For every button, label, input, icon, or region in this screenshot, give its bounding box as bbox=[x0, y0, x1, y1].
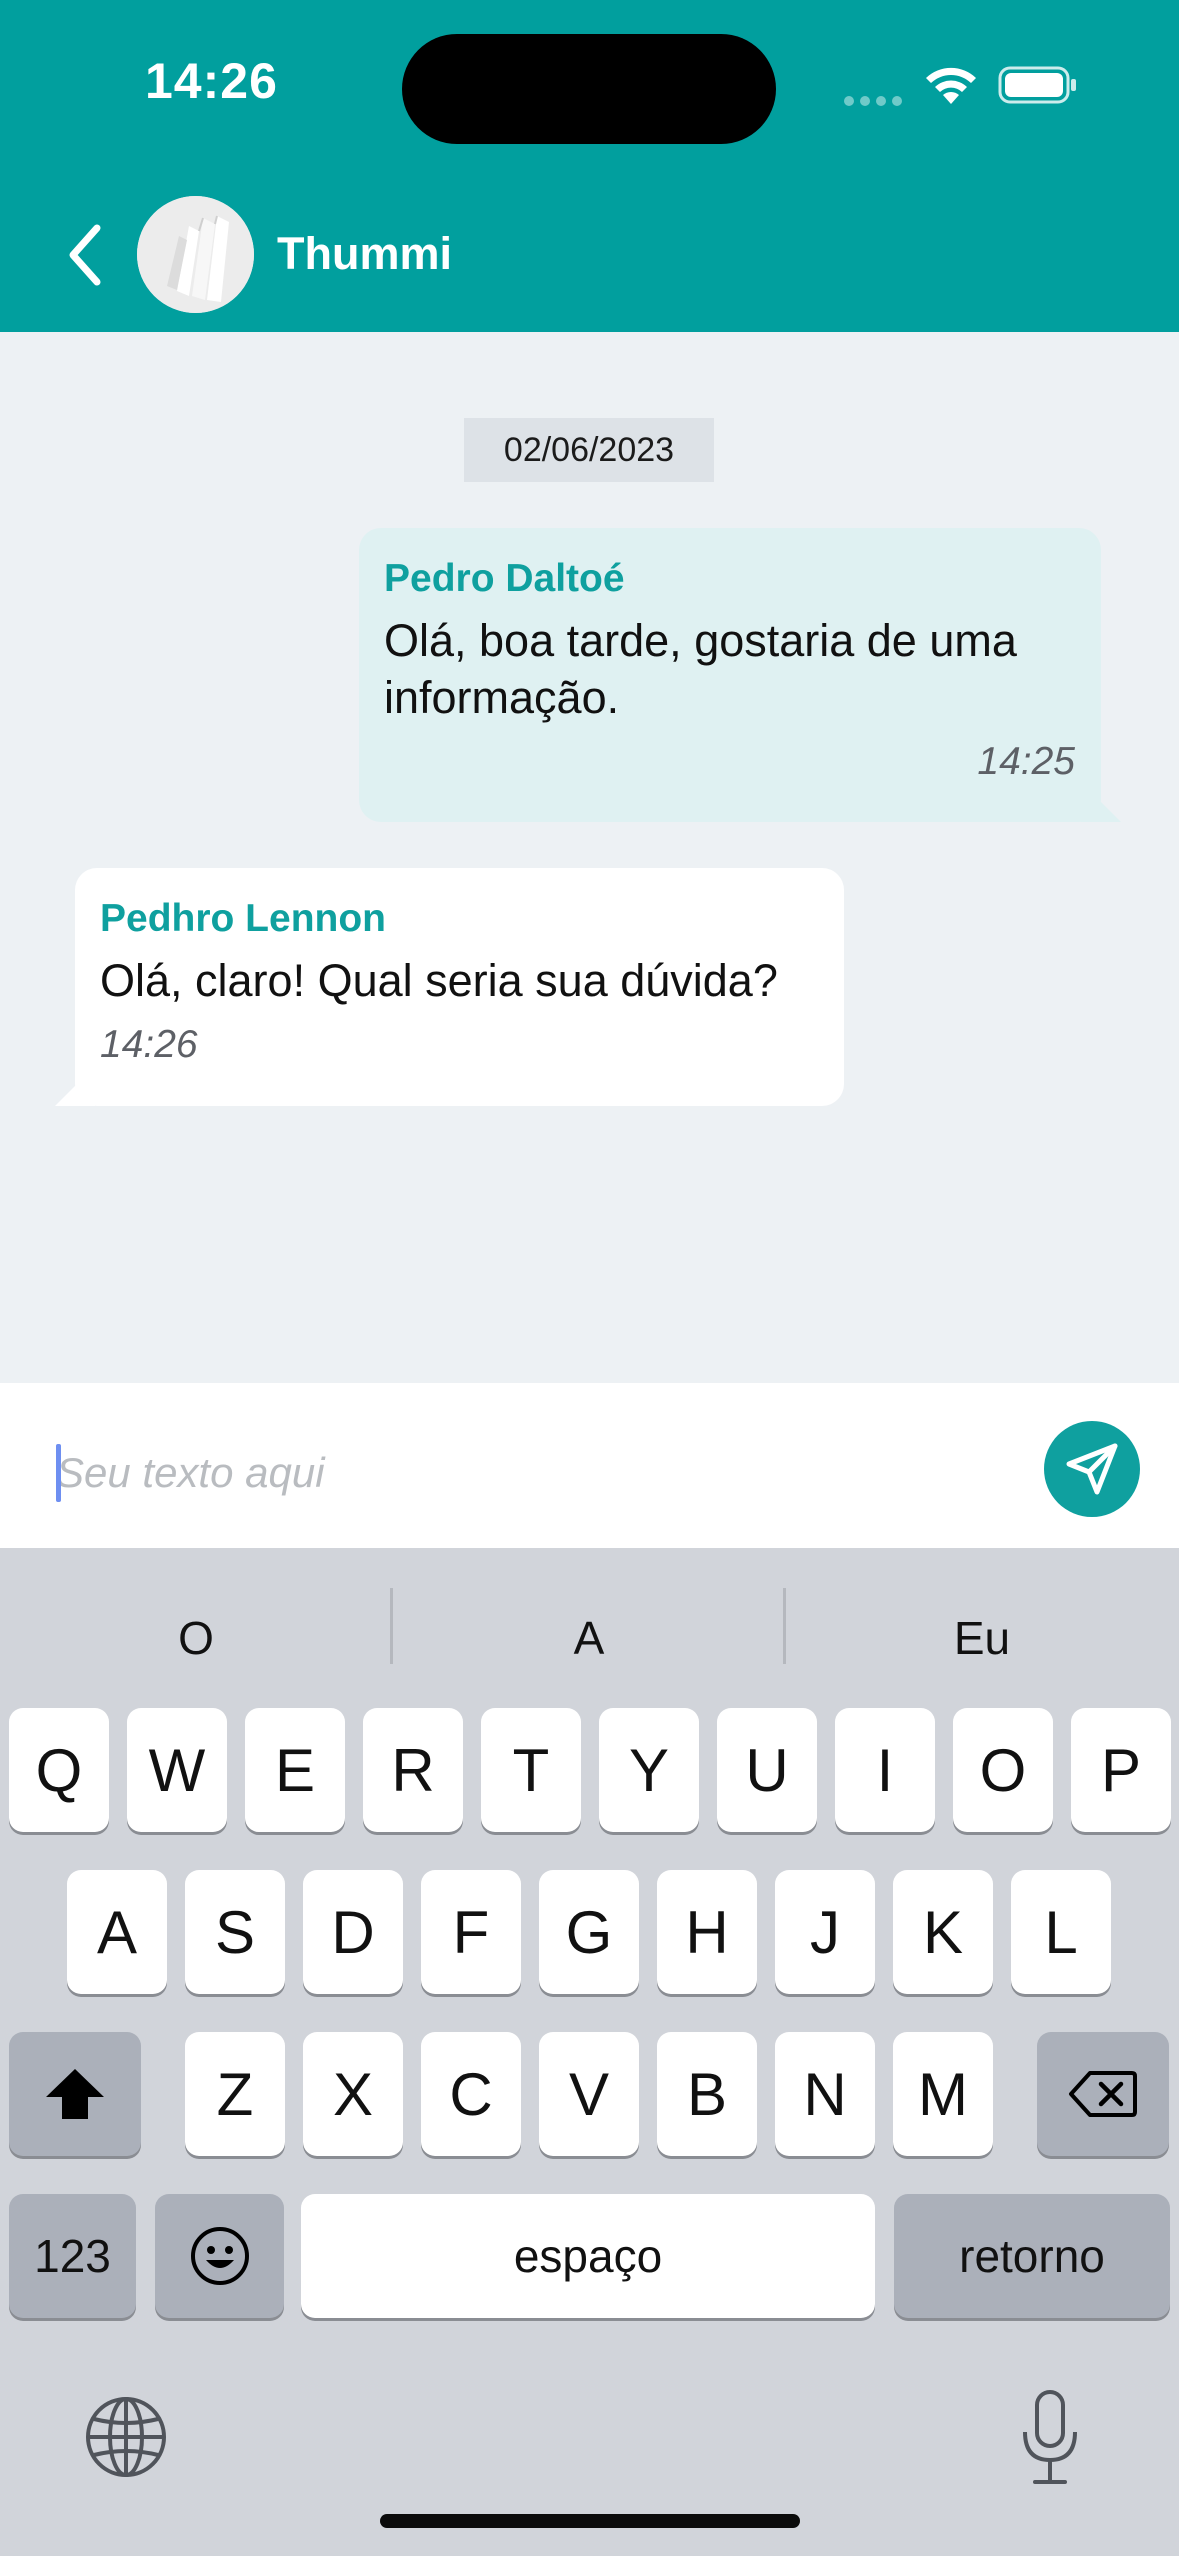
backspace-icon bbox=[1069, 2071, 1137, 2117]
bubble-tail bbox=[1081, 782, 1121, 822]
key-u[interactable]: U bbox=[717, 1708, 817, 1832]
numbers-key[interactable]: 123 bbox=[9, 2194, 136, 2318]
key-r[interactable]: R bbox=[363, 1708, 463, 1832]
key-e[interactable]: E bbox=[245, 1708, 345, 1832]
status-time: 14:26 bbox=[145, 53, 278, 109]
suggestion-3[interactable]: Eu bbox=[786, 1598, 1178, 1678]
key-d[interactable]: D bbox=[303, 1870, 403, 1994]
key-g[interactable]: G bbox=[539, 1870, 639, 1994]
message-bubble-received[interactable]: Pedhro Lennon Olá, claro! Qual seria sua… bbox=[55, 868, 844, 1106]
key-l[interactable]: L bbox=[1011, 1870, 1111, 1994]
keyboard: O A Eu Q W E R T Y U I O P A S D F G H J… bbox=[0, 1548, 1179, 2556]
message-composer bbox=[0, 1383, 1179, 1548]
key-k[interactable]: K bbox=[893, 1870, 993, 1994]
wifi-icon bbox=[926, 67, 976, 104]
key-w[interactable]: W bbox=[127, 1708, 227, 1832]
key-m[interactable]: M bbox=[893, 2032, 993, 2156]
contact-name[interactable]: Thummi bbox=[277, 228, 452, 280]
send-button[interactable] bbox=[1044, 1421, 1140, 1517]
backspace-key[interactable] bbox=[1037, 2032, 1169, 2156]
message-bubble-sent[interactable]: Pedro Daltoé Olá, boa tarde, gostaria de… bbox=[359, 528, 1121, 822]
message-input[interactable] bbox=[56, 1433, 1016, 1513]
key-i[interactable]: I bbox=[835, 1708, 935, 1832]
message-time: 14:26 bbox=[100, 1023, 198, 1066]
message-text: Olá, boa tarde, gostaria de uma informaç… bbox=[384, 615, 1017, 723]
key-h[interactable]: H bbox=[657, 1870, 757, 1994]
key-x[interactable]: X bbox=[303, 2032, 403, 2156]
key-c[interactable]: C bbox=[421, 2032, 521, 2156]
key-n[interactable]: N bbox=[775, 2032, 875, 2156]
globe-icon bbox=[86, 2397, 166, 2477]
key-z[interactable]: Z bbox=[185, 2032, 285, 2156]
message-text: Olá, claro! Qual seria sua dúvida? bbox=[100, 955, 778, 1006]
space-key[interactable]: espaço bbox=[301, 2194, 875, 2318]
key-f[interactable]: F bbox=[421, 1870, 521, 1994]
back-button[interactable] bbox=[50, 210, 120, 300]
key-o[interactable]: O bbox=[953, 1708, 1053, 1832]
key-s[interactable]: S bbox=[185, 1870, 285, 1994]
suggestion-2[interactable]: A bbox=[393, 1598, 785, 1678]
key-v[interactable]: V bbox=[539, 2032, 639, 2156]
key-j[interactable]: J bbox=[775, 1870, 875, 1994]
return-key[interactable]: retorno bbox=[894, 2194, 1170, 2318]
message-sender: Pedro Daltoé bbox=[384, 557, 625, 600]
text-caret bbox=[56, 1444, 61, 1502]
chevron-left-icon bbox=[69, 224, 101, 286]
dynamic-island bbox=[402, 34, 776, 144]
home-indicator bbox=[380, 2514, 800, 2528]
key-t[interactable]: T bbox=[481, 1708, 581, 1832]
globe-button[interactable] bbox=[84, 2395, 168, 2479]
message-time: 14:25 bbox=[977, 740, 1075, 783]
shift-key[interactable] bbox=[9, 2032, 141, 2156]
send-icon bbox=[1066, 1443, 1118, 1495]
emoji-icon bbox=[190, 2227, 249, 2285]
battery-icon bbox=[998, 66, 1076, 104]
microphone-icon bbox=[1023, 2390, 1077, 2484]
key-y[interactable]: Y bbox=[599, 1708, 699, 1832]
key-p[interactable]: P bbox=[1071, 1708, 1171, 1832]
avatar[interactable] bbox=[137, 196, 254, 313]
message-sender: Pedhro Lennon bbox=[100, 897, 386, 940]
dictation-button[interactable] bbox=[1015, 2388, 1085, 2488]
bubble-tail bbox=[55, 1066, 95, 1106]
date-separator: 02/06/2023 bbox=[464, 418, 714, 482]
suggestion-1[interactable]: O bbox=[0, 1598, 392, 1678]
key-b[interactable]: B bbox=[657, 2032, 757, 2156]
key-q[interactable]: Q bbox=[9, 1708, 109, 1832]
key-a[interactable]: A bbox=[67, 1870, 167, 1994]
signal-icon bbox=[844, 96, 902, 106]
chat-header: 14:26 Thummi bbox=[0, 0, 1179, 332]
shift-icon bbox=[46, 2069, 104, 2119]
emoji-key[interactable] bbox=[155, 2194, 284, 2318]
